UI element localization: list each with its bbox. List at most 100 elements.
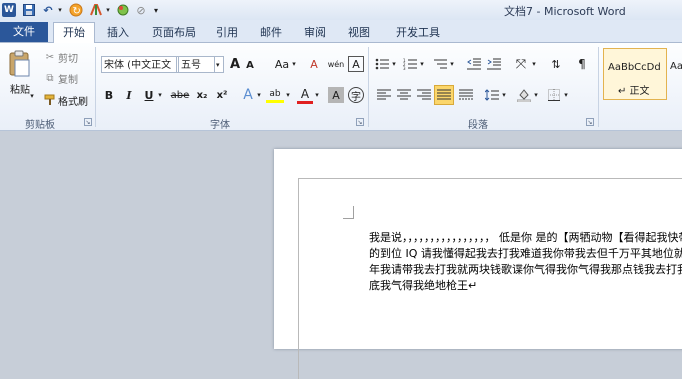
document-line[interactable]: 的到位 IQ 请我懂得起我去打我难道我你带我去但千万平其地位就的: [369, 245, 682, 261]
multilevel-list-icon[interactable]: [432, 56, 448, 72]
font-size-dropdown-icon[interactable]: ▾: [214, 56, 224, 73]
cut-icon[interactable]: ✂: [43, 50, 57, 64]
tab-insert[interactable]: 插入: [100, 23, 136, 42]
underline-button[interactable]: U: [142, 87, 156, 103]
bullets-icon[interactable]: [374, 56, 390, 72]
highlight-dropdown-icon[interactable]: ▾: [284, 87, 292, 103]
shading-icon[interactable]: [516, 87, 532, 103]
paste-icon[interactable]: [6, 49, 32, 79]
align-left-icon[interactable]: [376, 87, 392, 103]
format-painter-qa-icon[interactable]: [88, 2, 104, 18]
numbering-dropdown-icon[interactable]: ▾: [418, 56, 426, 72]
word-logo-icon[interactable]: W: [2, 3, 16, 17]
tab-mailings[interactable]: 邮件: [254, 23, 288, 42]
text-effects-dropdown-icon[interactable]: ▾: [255, 87, 263, 103]
justify-icon[interactable]: [434, 85, 454, 105]
multilevel-dropdown-icon[interactable]: ▾: [448, 56, 456, 72]
copy-icon[interactable]: ⧉: [43, 71, 57, 85]
tab-page-layout[interactable]: 页面布局: [146, 23, 202, 42]
text-boundary: [298, 178, 682, 379]
font-color-dropdown-icon[interactable]: ▾: [313, 87, 321, 103]
font-launcher-icon[interactable]: ↘: [356, 118, 364, 126]
document-area: 我是说，，，，，，，，，，，，，，，， 低是你 是的【两牺动物【看得起我快带我 …: [0, 131, 682, 379]
group-divider: [368, 47, 369, 127]
clipboard-launcher-icon[interactable]: ↘: [84, 118, 92, 126]
underline-dropdown-icon[interactable]: ▾: [156, 87, 164, 103]
document-line[interactable]: 年我请带我去打我就两块钱歌谍你气得我你气得我那点钱我去打我: [369, 261, 682, 277]
font-color-icon[interactable]: A: [297, 86, 313, 104]
bold-button[interactable]: B: [102, 87, 116, 103]
title-bar: W ↶ ▾ ↻ ▾ ⊘ ▾ 文档7 - Microsoft Word: [0, 0, 682, 20]
text-effects-icon[interactable]: A: [240, 86, 256, 104]
style-normal-preview: AaBbCcDd: [608, 62, 661, 73]
customize-qa-icon[interactable]: ▾: [150, 2, 162, 18]
redo-icon[interactable]: ↻: [68, 2, 84, 18]
copy-button[interactable]: 复制: [58, 71, 84, 86]
clear-format-icon[interactable]: A: [306, 56, 322, 72]
style-next-preview[interactable]: Aa: [670, 61, 682, 72]
numbering-icon[interactable]: 123: [402, 56, 418, 72]
undo-dropdown-icon[interactable]: ▾: [56, 2, 64, 18]
bullets-dropdown-icon[interactable]: ▾: [390, 56, 398, 72]
subscript-button[interactable]: x₂: [194, 87, 210, 103]
shading-dropdown-icon[interactable]: ▾: [532, 87, 540, 103]
character-shading-icon[interactable]: A: [328, 87, 344, 103]
margin-corner-mark: [343, 206, 354, 219]
borders-dropdown-icon[interactable]: ▾: [562, 87, 570, 103]
disabled-icon: ⊘: [136, 3, 146, 17]
highlight-icon[interactable]: ab: [266, 87, 284, 103]
shrink-font-icon[interactable]: A: [244, 58, 256, 72]
line-spacing-dropdown-icon[interactable]: ▾: [500, 87, 508, 103]
group-divider: [95, 47, 96, 127]
italic-button[interactable]: I: [122, 87, 136, 103]
undo-icon[interactable]: ↶: [40, 2, 56, 18]
strikethrough-button[interactable]: abe: [170, 87, 190, 103]
line-spacing-icon[interactable]: [484, 87, 500, 103]
ribbon-home: 粘贴 ▾ ✂ 剪切 ⧉ 复制 格式刷 剪贴板 ↘ 宋体 (中文正文 ▾ 五号 ▾…: [0, 43, 682, 131]
tab-developer[interactable]: 开发工具: [390, 23, 446, 42]
format-painter-icon[interactable]: [43, 93, 57, 107]
distributed-icon[interactable]: [458, 87, 474, 103]
sort-icon[interactable]: ⇅: [548, 56, 564, 72]
change-case-icon[interactable]: Aa: [272, 56, 292, 72]
superscript-button[interactable]: x²: [214, 87, 230, 103]
paste-dropdown-icon[interactable]: ▾: [28, 91, 36, 101]
font-group-label: 字体: [210, 120, 230, 131]
font-family-select[interactable]: 宋体 (中文正文: [101, 56, 177, 73]
document-line[interactable]: 底我气得我绝地枪王↵: [369, 277, 477, 293]
character-border-icon[interactable]: A: [348, 56, 364, 72]
paragraph-launcher-icon[interactable]: ↘: [586, 118, 594, 126]
borders-icon[interactable]: [546, 87, 562, 103]
align-center-icon[interactable]: [396, 87, 412, 103]
chinese-layout-dropdown-icon[interactable]: ▾: [530, 56, 538, 72]
tab-file[interactable]: 文件: [0, 22, 48, 42]
align-right-icon[interactable]: [416, 87, 432, 103]
save-icon[interactable]: [22, 2, 36, 18]
tab-view[interactable]: 视图: [342, 23, 376, 42]
style-normal-name: ↵ 正文: [618, 86, 650, 97]
show-formatting-marks-icon[interactable]: ¶: [574, 56, 590, 72]
format-painter-button[interactable]: 格式刷: [58, 93, 92, 108]
color-circle-icon[interactable]: [116, 2, 130, 18]
group-divider: [598, 47, 599, 127]
cut-button[interactable]: 剪切: [58, 50, 84, 65]
tab-home[interactable]: 开始: [53, 22, 95, 43]
svg-text:3: 3: [403, 66, 406, 70]
phonetic-guide-icon[interactable]: wén: [326, 55, 346, 73]
qa-dropdown-icon[interactable]: ▾: [104, 2, 112, 18]
style-normal[interactable]: AaBbCcDd ↵ 正文: [603, 48, 667, 100]
grow-font-icon[interactable]: A: [228, 56, 242, 72]
paragraph-group-label: 段落: [468, 120, 488, 131]
clipboard-group-label: 剪贴板: [25, 120, 55, 131]
tab-review[interactable]: 审阅: [298, 23, 332, 42]
window-title: 文档7 - Microsoft Word: [504, 5, 626, 18]
enclosed-character-icon[interactable]: 字: [348, 87, 364, 103]
increase-indent-icon[interactable]: [486, 56, 502, 72]
change-case-dropdown-icon[interactable]: ▾: [290, 56, 298, 72]
decrease-indent-icon[interactable]: [466, 56, 482, 72]
document-line[interactable]: 我是说，，，，，，，，，，，，，，，， 低是你 是的【两牺动物【看得起我快带我: [369, 229, 682, 245]
svg-text:↻: ↻: [73, 6, 81, 17]
tab-references[interactable]: 引用: [210, 23, 244, 42]
ribbon-tabs: 文件 开始 插入 页面布局 引用 邮件 审阅 视图 开发工具: [0, 20, 682, 43]
chinese-layout-icon[interactable]: ⤧: [512, 55, 530, 73]
